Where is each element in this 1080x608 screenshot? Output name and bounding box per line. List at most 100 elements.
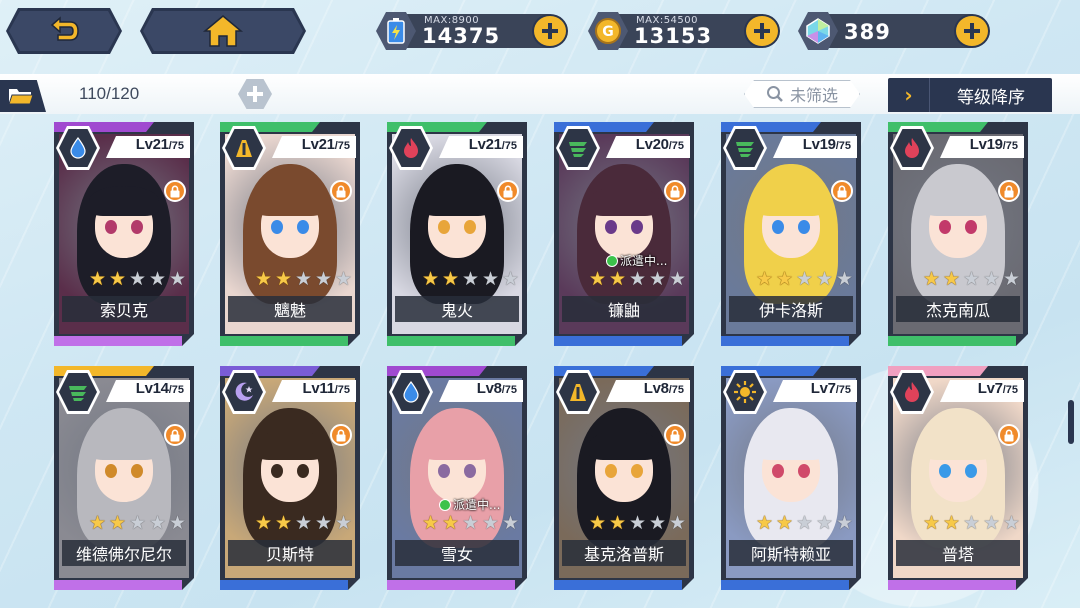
level-tag: Lv7/75 xyxy=(773,380,857,402)
star-empty-icon: ★ xyxy=(962,512,981,534)
card-rarity-accent xyxy=(220,336,348,346)
star-filled-icon: ★ xyxy=(608,512,627,534)
home-button[interactable] xyxy=(140,8,306,54)
level-label: Lv21 xyxy=(301,136,335,153)
star-rating: ★ ★ ★ ★ ★ xyxy=(755,514,855,536)
star-empty-icon: ★ xyxy=(815,268,834,290)
star-rating: ★ ★ ★ ★ ★ xyxy=(254,270,354,292)
lock-icon[interactable] xyxy=(664,180,686,202)
level-max-label: /75 xyxy=(501,384,517,396)
star-filled-icon: ★ xyxy=(608,268,627,290)
character-card[interactable]: Lv21/75 ★ ★ ★ ★ ★ 鬼火 xyxy=(387,122,527,346)
level-label: Lv7 xyxy=(810,380,836,397)
character-card[interactable]: Lv8/75 ★ ★ ★ ★ ★ 基克洛普斯 xyxy=(554,366,694,590)
character-name: 镰鼬 xyxy=(562,296,686,322)
star-empty-icon: ★ xyxy=(168,268,187,290)
character-card[interactable]: Lv21/75 ★ ★ ★ ★ ★ 索贝克 xyxy=(54,122,194,346)
level-label: Lv19 xyxy=(802,136,836,153)
lock-icon[interactable] xyxy=(497,180,519,202)
star-empty-icon: ★ xyxy=(795,512,814,534)
lock-icon[interactable] xyxy=(664,424,686,446)
lock-icon[interactable] xyxy=(831,180,853,202)
scrollbar[interactable] xyxy=(1068,400,1074,444)
star-rating: ★ ★ ★ ★ ★ xyxy=(588,270,688,292)
card-rarity-accent xyxy=(387,580,515,590)
back-arrow-icon xyxy=(44,15,84,47)
add-gold-button[interactable] xyxy=(744,14,780,48)
star-empty-icon: ★ xyxy=(334,512,353,534)
star-empty-icon: ★ xyxy=(148,268,167,290)
folder-icon xyxy=(8,89,34,105)
star-filled-icon: ★ xyxy=(421,268,440,290)
lock-icon[interactable] xyxy=(330,180,352,202)
character-name: 雪女 xyxy=(395,540,519,566)
star-filled-icon: ★ xyxy=(254,268,273,290)
star-empty-icon: ★ xyxy=(128,512,147,534)
gem-value: 389 xyxy=(844,20,891,44)
character-card[interactable]: Lv11/75 ★ ★ ★ ★ ★ 贝斯特 xyxy=(220,366,360,590)
filter-button[interactable]: 未筛选 xyxy=(744,80,860,108)
lock-icon[interactable] xyxy=(998,424,1020,446)
lock-icon[interactable] xyxy=(164,424,186,446)
filter-label: 未筛选 xyxy=(789,86,838,105)
character-name: 索贝克 xyxy=(62,296,186,322)
dispatch-label: 派遣中... xyxy=(620,254,668,268)
card-rarity-accent xyxy=(888,336,1016,346)
star-filled-icon: ★ xyxy=(88,512,107,534)
character-name: 杰克南瓜 xyxy=(896,296,1020,322)
character-card[interactable]: Lv8/75 派遣中... ★ ★ ★ ★ ★ 雪女 xyxy=(387,366,527,590)
star-empty-icon: ★ xyxy=(314,268,333,290)
level-tag: Lv19/75 xyxy=(940,136,1024,158)
star-empty-icon: ★ xyxy=(628,512,647,534)
star-empty-icon: ★ xyxy=(148,512,167,534)
star-rating: ★ ★ ★ ★ ★ xyxy=(254,514,354,536)
chevron-right-icon: › xyxy=(888,78,930,112)
star-empty-icon: ★ xyxy=(461,512,480,534)
add-energy-button[interactable] xyxy=(532,14,568,48)
character-card[interactable]: Lv19/75 ★ ★ ★ ★ ★ 杰克南瓜 xyxy=(888,122,1028,346)
star-filled-icon: ★ xyxy=(942,268,961,290)
star-rating: ★ ★ ★ ★ ★ xyxy=(421,270,521,292)
star-empty-icon: ★ xyxy=(815,512,834,534)
star-empty-icon: ★ xyxy=(648,268,667,290)
character-name: 伊卡洛斯 xyxy=(729,296,853,322)
lock-icon[interactable] xyxy=(330,424,352,446)
level-tag: Lv20/75 xyxy=(606,136,690,158)
character-card[interactable]: Lv21/75 ★ ★ ★ ★ ★ 魑魅 xyxy=(220,122,360,346)
star-empty-icon: ★ xyxy=(294,512,313,534)
star-filled-icon: ★ xyxy=(441,512,460,534)
star-rating: ★ ★ ★ ★ ★ xyxy=(755,270,855,292)
character-name: 鬼火 xyxy=(395,296,519,322)
star-empty-icon: ★ xyxy=(835,268,854,290)
card-rarity-accent xyxy=(220,580,348,590)
card-rarity-accent xyxy=(554,580,682,590)
level-label: Lv21 xyxy=(135,136,169,153)
card-rarity-accent xyxy=(721,580,849,590)
character-card[interactable]: Lv7/75 ★ ★ ★ ★ ★ 普塔 xyxy=(888,366,1028,590)
level-max-label: /75 xyxy=(168,140,184,152)
sort-button[interactable]: › 等级降序 xyxy=(888,78,1052,112)
character-card[interactable]: Lv20/75 派遣中... ★ ★ ★ ★ ★ 镰鼬 xyxy=(554,122,694,346)
card-rarity-accent xyxy=(54,580,182,590)
lock-icon[interactable] xyxy=(164,180,186,202)
star-filled-icon: ★ xyxy=(922,512,941,534)
star-rating: ★ ★ ★ ★ ★ xyxy=(88,270,188,292)
level-tag: Lv11/75 xyxy=(272,380,356,402)
star-empty-icon: ★ xyxy=(1002,512,1021,534)
level-tag: Lv21/75 xyxy=(272,136,356,158)
star-filled-icon: ★ xyxy=(755,268,774,290)
star-empty-icon: ★ xyxy=(982,268,1001,290)
sort-label: 等级降序 xyxy=(957,87,1025,108)
star-rating: ★ ★ ★ ★ ★ xyxy=(421,514,521,536)
level-tag: Lv8/75 xyxy=(439,380,523,402)
level-max-label: /75 xyxy=(835,140,851,152)
character-card[interactable]: Lv19/75 ★ ★ ★ ★ ★ 伊卡洛斯 xyxy=(721,122,861,346)
character-card[interactable]: Lv14/75 ★ ★ ★ ★ ★ 维德佛尔尼尔 xyxy=(54,366,194,590)
dispatch-status: 派遣中... xyxy=(439,496,500,513)
character-card[interactable]: Lv7/75 ★ ★ ★ ★ ★ 阿斯特赖亚 xyxy=(721,366,861,590)
star-empty-icon: ★ xyxy=(128,268,147,290)
lock-icon[interactable] xyxy=(998,180,1020,202)
star-filled-icon: ★ xyxy=(441,268,460,290)
back-button[interactable] xyxy=(6,8,122,54)
add-gem-button[interactable] xyxy=(954,14,990,48)
